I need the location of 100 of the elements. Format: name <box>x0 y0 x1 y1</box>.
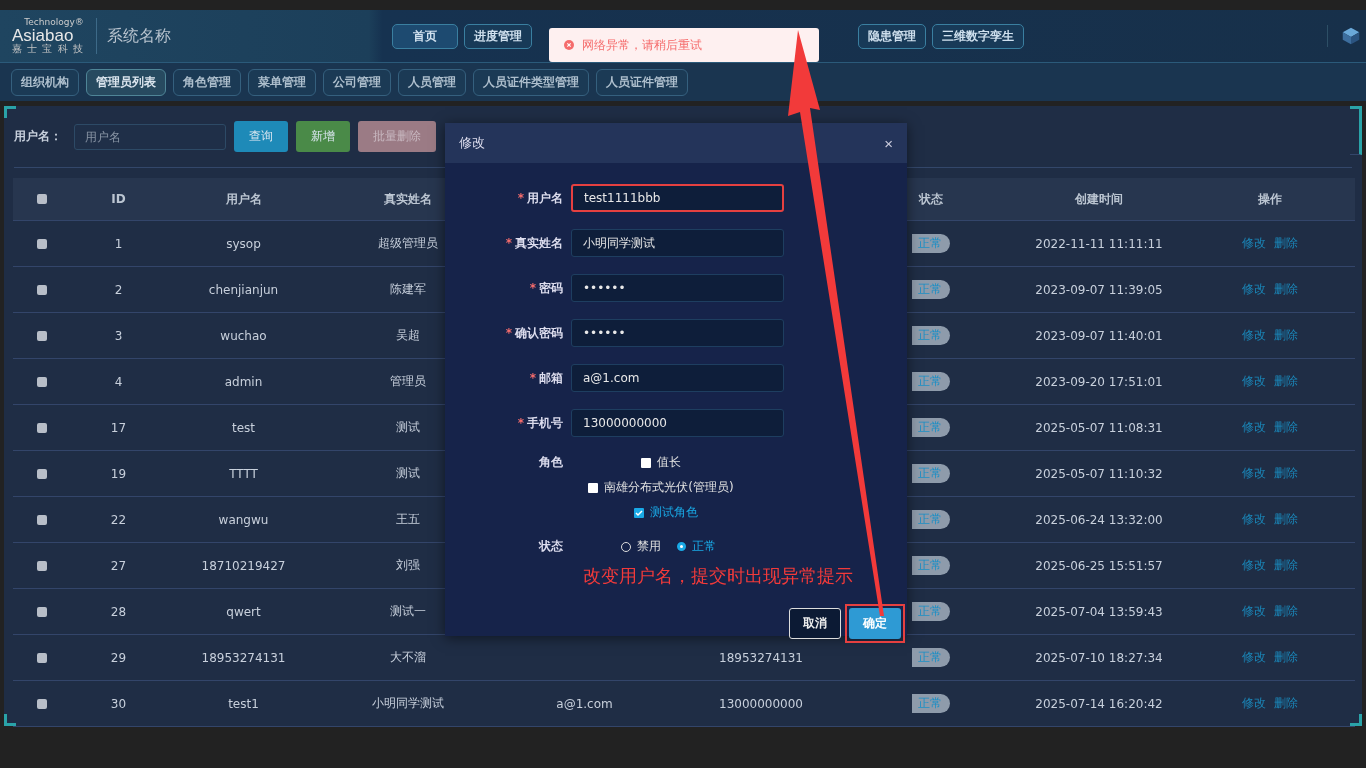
select-all-checkbox[interactable] <box>36 194 47 204</box>
sub-tab[interactable]: 人员证件类型管理 <box>473 68 589 96</box>
input-field[interactable]: 13000000000 <box>571 409 784 437</box>
input-field[interactable]: a@1.com <box>571 364 784 392</box>
row-action-link[interactable]: 删除 <box>1274 603 1298 620</box>
status-badge: 正常 <box>912 234 950 253</box>
row-action-link[interactable]: 修改 <box>1242 511 1266 528</box>
annotation-note: 改变用户名，提交时出现异常提示 <box>583 564 854 588</box>
status-badge: 正常 <box>912 372 950 391</box>
nav-tab[interactable]: 隐患管理 <box>858 23 926 49</box>
table-cell: 小明同学测试 <box>372 695 444 712</box>
table-cell: 17 <box>110 420 127 435</box>
input-field[interactable]: 小明同学测试 <box>571 229 784 257</box>
row-action-link[interactable]: 删除 <box>1274 327 1298 344</box>
input-field[interactable]: •••••• <box>571 319 784 347</box>
row-checkbox[interactable] <box>36 514 47 525</box>
model-icon[interactable] <box>1327 25 1362 47</box>
row-action-link[interactable]: 删除 <box>1274 419 1298 436</box>
system-name: 系统名称 <box>106 25 171 47</box>
row-checkbox[interactable] <box>36 560 47 571</box>
table-cell: qwert <box>226 604 261 619</box>
row-action-link[interactable]: 删除 <box>1274 511 1298 528</box>
row-checkbox[interactable] <box>36 422 47 433</box>
row-action-link[interactable]: 删除 <box>1274 373 1298 390</box>
nav-tab[interactable]: 首页 <box>392 23 458 49</box>
row-checkbox[interactable] <box>36 330 47 341</box>
table-cell: test1 <box>228 696 259 711</box>
table-cell: 管理员 <box>390 373 426 390</box>
table-cell: 3 <box>114 328 123 343</box>
row-action-link[interactable]: 删除 <box>1274 557 1298 574</box>
table-cell: 1 <box>114 236 123 251</box>
input-field[interactable]: test1111bbb <box>571 184 784 212</box>
row-action-link[interactable]: 删除 <box>1274 281 1298 298</box>
form-label: * 确认密码 <box>504 324 564 342</box>
confirm-button[interactable]: 确定 <box>849 608 901 639</box>
row-action-link[interactable]: 修改 <box>1242 281 1266 298</box>
row-checkbox[interactable] <box>36 468 47 479</box>
row-action-link[interactable]: 修改 <box>1242 235 1266 252</box>
row-checkbox[interactable] <box>36 238 47 249</box>
table-cell: 刘强 <box>396 557 420 574</box>
table-cell: 2025-05-07 11:08:31 <box>1035 420 1163 435</box>
cancel-button[interactable]: 取消 <box>789 608 841 639</box>
sub-tab[interactable]: 组织机构 <box>11 68 79 96</box>
sub-tab[interactable]: 人员证件管理 <box>596 68 688 96</box>
row-action-link[interactable]: 修改 <box>1242 327 1266 344</box>
nav-tab[interactable]: 三维数字孪生 <box>932 23 1024 49</box>
sub-tab[interactable]: 管理员列表 <box>86 68 166 96</box>
row-action-link[interactable]: 删除 <box>1274 649 1298 666</box>
table-cell: 2023-09-07 11:40:01 <box>1035 328 1163 343</box>
table-cell: test <box>231 420 255 435</box>
row-checkbox[interactable] <box>36 284 47 295</box>
table-cell: wangwu <box>218 512 269 527</box>
toolbar-button[interactable]: 新增 <box>296 121 350 152</box>
row-checkbox[interactable] <box>36 652 47 663</box>
form-label: * 真实姓名 <box>504 234 564 252</box>
sub-tab[interactable]: 公司管理 <box>323 68 391 96</box>
row-action-link[interactable]: 修改 <box>1242 419 1266 436</box>
table-cell: 4 <box>114 374 123 389</box>
table-cell: 超级管理员 <box>378 235 438 252</box>
username-search-field[interactable]: 用户名 <box>74 123 226 150</box>
table-cell: a@1.com <box>556 696 613 711</box>
column-header: ID <box>111 192 126 206</box>
toolbar-button[interactable]: 查询 <box>234 121 288 152</box>
table-cell: 2023-09-07 11:39:05 <box>1035 282 1163 297</box>
nav-tab[interactable]: 进度管理 <box>464 23 532 49</box>
table-cell: wuchao <box>220 328 267 343</box>
status-badge: 正常 <box>912 418 950 437</box>
role-checkbox[interactable]: 值长 <box>641 454 681 471</box>
row-action-link[interactable]: 修改 <box>1242 695 1266 712</box>
table-cell: 30 <box>110 696 127 711</box>
row-action-link[interactable]: 修改 <box>1242 557 1266 574</box>
table-cell: 28 <box>110 604 127 619</box>
row-action-link[interactable]: 修改 <box>1242 373 1266 390</box>
row-action-link[interactable]: 删除 <box>1274 465 1298 482</box>
row-action-link[interactable]: 修改 <box>1242 649 1266 666</box>
row-checkbox[interactable] <box>36 376 47 387</box>
table-cell: 2025-07-04 13:59:43 <box>1035 604 1163 619</box>
error-icon <box>564 40 574 50</box>
input-field[interactable]: •••••• <box>571 274 784 302</box>
row-action-link[interactable]: 修改 <box>1242 603 1266 620</box>
close-button[interactable]: × <box>884 134 893 152</box>
form-label: * 用户名 <box>516 189 564 207</box>
row-action-link[interactable]: 删除 <box>1274 235 1298 252</box>
sub-tab[interactable]: 菜单管理 <box>248 68 316 96</box>
table-cell: 吴超 <box>396 327 420 344</box>
form-label: * 密码 <box>528 279 564 297</box>
status-radio[interactable]: 禁用 <box>621 538 661 555</box>
role-checkbox[interactable]: 南雄分布式光伏(管理员) <box>588 479 734 496</box>
sub-tab[interactable]: 人员管理 <box>398 68 466 96</box>
table-cell: 测试一 <box>390 603 426 620</box>
status-radio[interactable]: 正常 <box>677 538 716 555</box>
status-badge: 正常 <box>912 464 950 483</box>
role-checkbox[interactable]: 测试角色 <box>634 504 698 521</box>
row-action-link[interactable]: 修改 <box>1242 465 1266 482</box>
search-label: 用户名： <box>14 128 62 145</box>
row-action-link[interactable]: 删除 <box>1274 695 1298 712</box>
sub-tab[interactable]: 角色管理 <box>173 68 241 96</box>
row-checkbox[interactable] <box>36 698 47 709</box>
row-checkbox[interactable] <box>36 606 47 617</box>
table-cell: 29 <box>110 650 127 665</box>
